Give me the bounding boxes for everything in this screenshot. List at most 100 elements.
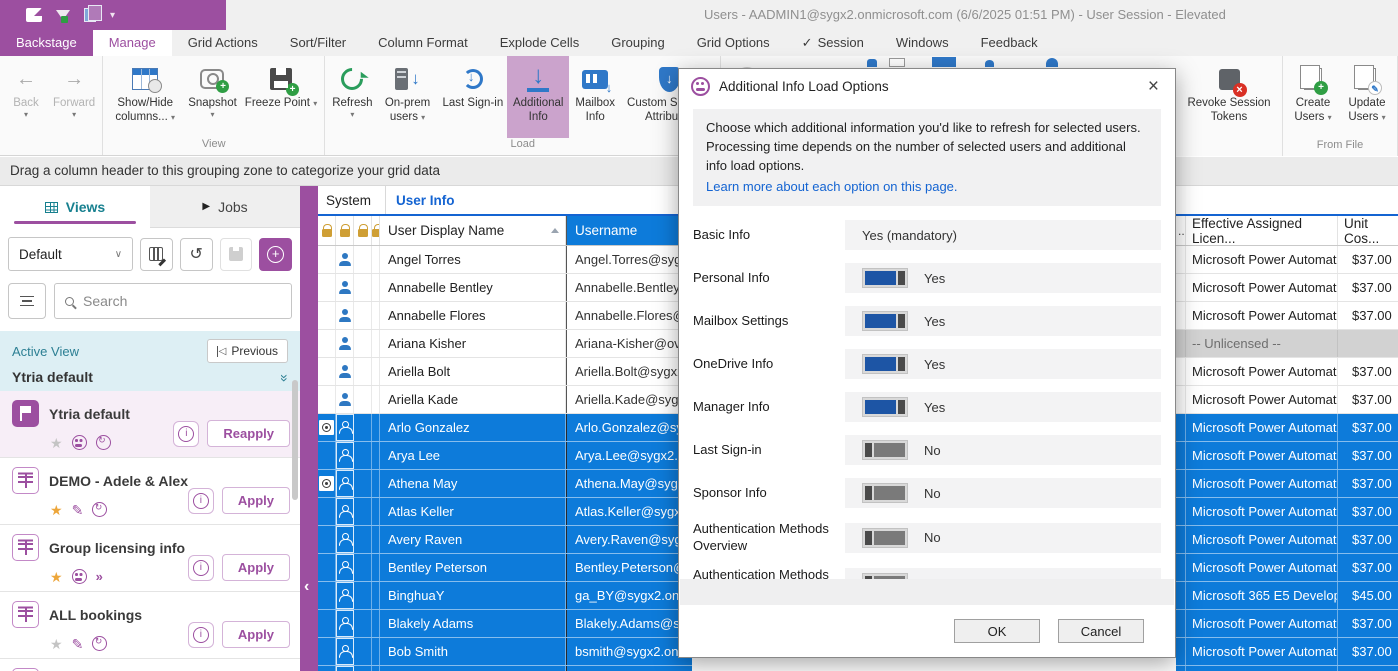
table-row[interactable]: BinghuaYga_BY@sygx2.onmi [318, 582, 692, 610]
view-item-demo-adele-alex[interactable]: DEMO - Adele & Alex★✎iApply [0, 458, 300, 525]
unit-cost-cell[interactable]: $37.00 [1338, 638, 1398, 665]
table-row[interactable]: Avery RavenAvery.Raven@sygx [318, 526, 692, 554]
sidebar-collapse-strip[interactable]: ‹ [300, 186, 318, 671]
show-hide-columns-button[interactable]: Show/Hide columns... ▾ [106, 56, 184, 138]
user-display-name-cell[interactable]: Arlo Gonzalez [380, 414, 566, 441]
view-info-button[interactable]: i [188, 555, 214, 581]
column-header-license[interactable]: Effective Assigned Licen... [1186, 216, 1338, 245]
username-cell[interactable]: Arya.Lee@sygx2.on [566, 442, 692, 469]
username-cell[interactable]: Ariella.Kade@sygx2 [566, 386, 692, 413]
tab-views[interactable]: Views [0, 186, 150, 228]
unit-cost-cell[interactable]: $37.00 [1338, 274, 1398, 301]
tab-jobs[interactable]: ▶ Jobs [150, 186, 300, 228]
unit-cost-cell[interactable]: $37.00 [1338, 302, 1398, 329]
table-row[interactable]: Microsoft Power Automat$37.00 [1176, 274, 1398, 302]
dialog-title-bar[interactable]: Additional Info Load Options × [679, 69, 1175, 103]
table-row[interactable]: Ariella KadeAriella.Kade@sygx2 [318, 386, 692, 414]
apply-button[interactable]: Apply [222, 487, 290, 514]
license-cell[interactable]: Microsoft Power Automat [1186, 246, 1338, 273]
create-users-button[interactable]: + Create Users ▾ [1286, 56, 1340, 139]
column-header-display-name[interactable]: User Display Name [380, 216, 566, 245]
apply-button[interactable]: Apply [222, 621, 290, 648]
table-row[interactable]: Microsoft Power Automat$37.00 [1176, 246, 1398, 274]
unit-cost-cell[interactable]: $37.00 [1338, 470, 1398, 497]
manage-views-button[interactable] [140, 238, 173, 271]
unit-cost-cell[interactable] [1338, 330, 1398, 357]
username-cell[interactable]: Avery.Raven@sygx [566, 526, 692, 553]
column-header-unit-cost[interactable]: Unit Cos... [1338, 216, 1398, 245]
snapshot-button[interactable]: + Snapshot▾ [184, 56, 241, 138]
license-cell[interactable]: Microsoft Power Automat [1186, 470, 1338, 497]
tab-grid-actions[interactable]: Grid Actions [172, 30, 274, 56]
user-display-name-cell[interactable]: Bentley Peterson [380, 554, 566, 581]
toggle-on[interactable] [862, 311, 908, 331]
tab-backstage[interactable]: Backstage [0, 30, 93, 56]
license-cell[interactable]: Microsoft Power Automat [1186, 386, 1338, 413]
license-cell[interactable]: Microsoft Power Automat [1186, 554, 1338, 581]
user-display-name-cell[interactable]: Ariella Kade [380, 386, 566, 413]
cancel-button[interactable]: Cancel [1058, 619, 1144, 643]
lock-column-header[interactable] [336, 216, 354, 245]
unit-cost-cell[interactable]: $37.00 [1338, 414, 1398, 441]
user-display-name-cell[interactable] [380, 666, 566, 671]
table-row[interactable]: Atlas KellerAtlas.Keller@sygx2 [318, 498, 692, 526]
view-item-all-bookings[interactable]: ALL bookings★✎iApply [0, 592, 300, 659]
star-icon[interactable]: ★ [50, 637, 63, 651]
table-row[interactable]: Microsoft Power Automat$37.00 [1176, 442, 1398, 470]
table-row[interactable]: Bob Smithbsmith@sygx2.onm [318, 638, 692, 666]
last-sign-in-button[interactable]: Last Sign-in [439, 56, 508, 138]
table-row[interactable]: Ariella BoltAriella.Bolt@sygx2. [318, 358, 692, 386]
table-row[interactable]: Microsoft Power Automat$37.00 [1176, 526, 1398, 554]
apply-button[interactable]: Apply [222, 554, 290, 581]
tab-column-format[interactable]: Column Format [362, 30, 484, 56]
unit-cost-cell[interactable]: $37.00 [1338, 386, 1398, 413]
table-row[interactable]: Arlo GonzalezArlo.Gonzalez@syg [318, 414, 692, 442]
username-cell[interactable]: Bentley.Peterson@ [566, 554, 692, 581]
close-icon[interactable]: × [1144, 77, 1163, 96]
tab-session[interactable]: ✓Session [786, 30, 880, 56]
table-row[interactable]: Microsoft Power Automat$37.00 [1176, 610, 1398, 638]
unit-cost-cell[interactable] [1338, 666, 1398, 671]
table-row[interactable]: Annabelle BentleyAnnabelle.Bentley@ [318, 274, 692, 302]
table-row[interactable]: -- Unlicensed -- [1176, 330, 1398, 358]
table-row[interactable] [1176, 666, 1398, 671]
table-row[interactable]: Microsoft Power Automat$37.00 [1176, 414, 1398, 442]
view-info-button[interactable]: i [188, 622, 214, 648]
table-row[interactable]: Microsoft Power Automat$37.00 [1176, 358, 1398, 386]
username-cell[interactable]: Annabelle.Flores@s [566, 302, 692, 329]
undo-button[interactable]: ↺ [180, 238, 213, 271]
user-display-name-cell[interactable]: Ariella Bolt [380, 358, 566, 385]
unit-cost-cell[interactable]: $37.00 [1338, 526, 1398, 553]
sidebar-scrollbar[interactable] [292, 380, 298, 500]
unit-cost-cell[interactable]: $37.00 [1338, 442, 1398, 469]
ok-button[interactable]: OK [954, 619, 1040, 643]
star-icon[interactable]: ★ [50, 503, 63, 517]
tab-grid-options[interactable]: Grid Options [681, 30, 786, 56]
qat-dropdown-icon[interactable]: ▾ [110, 10, 115, 21]
username-cell[interactable]: Angel.Torres@sygx [566, 246, 692, 273]
on-prem-users-button[interactable]: ↓ On-prem users ▾ [377, 56, 439, 138]
user-display-name-cell[interactable]: Annabelle Flores [380, 302, 566, 329]
user-display-name-cell[interactable]: Angel Torres [380, 246, 566, 273]
freeze-point-button[interactable]: + Freeze Point ▾ [241, 56, 321, 138]
view-item-blocked[interactable]: blocked [0, 659, 300, 671]
save-view-button[interactable] [220, 238, 253, 271]
previous-view-button[interactable]: ◁Previous [207, 339, 288, 363]
username-cell[interactable]: bsmith@sygx2.onm [566, 638, 692, 665]
license-cell[interactable]: Microsoft Power Automat [1186, 414, 1338, 441]
license-cell[interactable]: Microsoft Power Automat [1186, 442, 1338, 469]
view-info-button[interactable]: i [173, 421, 199, 447]
username-cell[interactable]: Athena.May@sygx2 [566, 470, 692, 497]
tab-explode-cells[interactable]: Explode Cells [484, 30, 596, 56]
lock-column-header-partial[interactable] [372, 216, 380, 245]
user-display-name-cell[interactable]: Arya Lee [380, 442, 566, 469]
toggle-on[interactable] [862, 268, 908, 288]
user-display-name-cell[interactable]: Blakely Adams [380, 610, 566, 637]
lock-column-header[interactable] [354, 216, 372, 245]
user-display-name-cell[interactable]: Annabelle Bentley [380, 274, 566, 301]
user-display-name-cell[interactable]: Athena May [380, 470, 566, 497]
table-row[interactable]: Bentley PetersonBentley.Peterson@ [318, 554, 692, 582]
table-row[interactable]: Athena MayAthena.May@sygx2 [318, 470, 692, 498]
table-row[interactable]: Microsoft Power Automat$37.00 [1176, 470, 1398, 498]
unit-cost-cell[interactable]: $45.00 [1338, 582, 1398, 609]
